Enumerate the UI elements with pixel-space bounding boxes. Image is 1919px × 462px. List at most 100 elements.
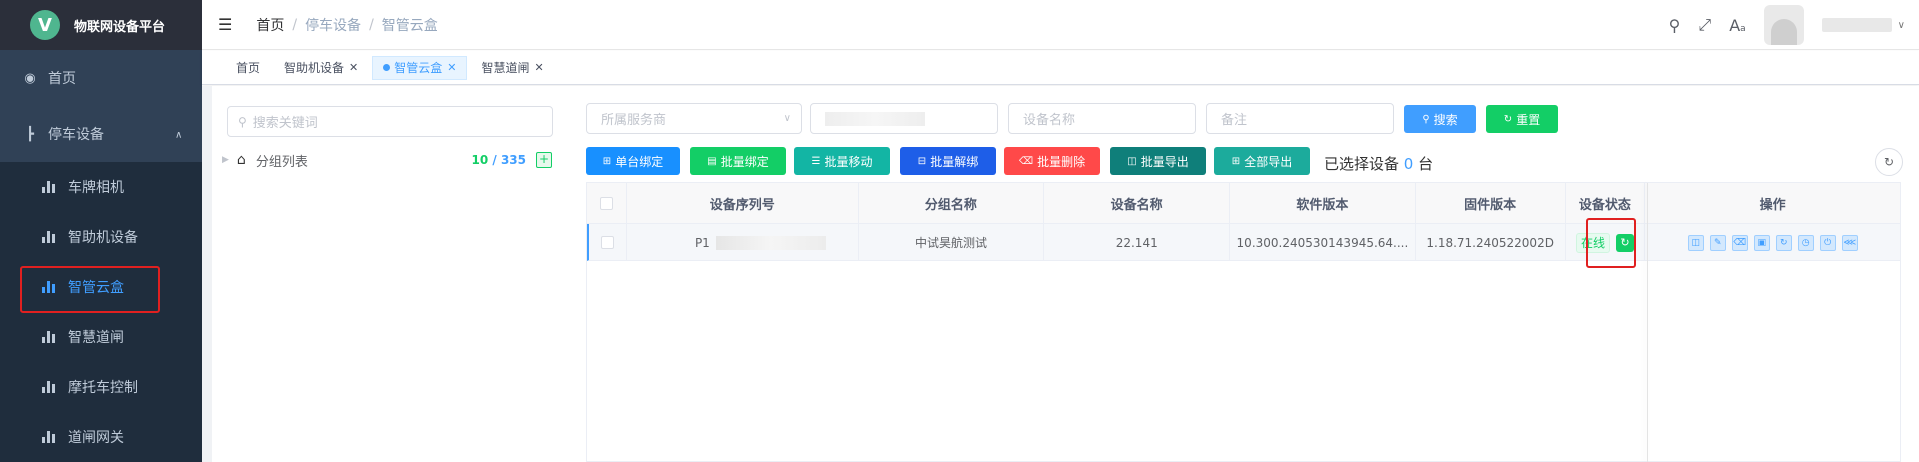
breadcrumb-item: 智管云盒 [381,17,438,34]
column-header: 操作 [1759,198,1786,213]
fixed-column-divider [1647,183,1648,462]
dashboard-icon: ◉ [24,70,36,86]
close-icon[interactable]: ✕ [535,56,544,80]
share-icon[interactable]: ⋘ [1841,234,1858,251]
sidebar-item-motorcycle[interactable]: 摩托车控制 [0,362,202,412]
device-icon[interactable]: ▣ [1753,234,1770,251]
provider-select[interactable]: 所属服务商 ∨ [586,103,802,134]
main-content: ⚲ 搜索关键词 ▶ ⌂ 分组列表 10 / 335 + 所属服务商 ∨ 设备名称… [202,86,1919,462]
actions-cell: ◫ ✎ ⌫ ▣ ↻ ◷ ⏻ ⋘ [1645,224,1900,261]
copy-icon[interactable]: ◫ [1687,234,1704,251]
selected-number: 0 [1403,155,1414,173]
input-placeholder: 设备名称 [1023,113,1076,128]
sidebar-item-smart-helper[interactable]: 智助机设备 [0,212,202,262]
caret-right-icon[interactable]: ▶ [222,155,229,165]
reset-button[interactable]: ↻ 重置 [1486,105,1558,133]
input-placeholder: 备注 [1221,113,1248,128]
button-label: 批量解绑 [930,154,979,169]
remark-input[interactable]: 备注 [1206,103,1394,134]
serial-text: P1 [694,235,710,250]
logo[interactable]: V 物联网设备平台 [0,0,202,50]
blurred-value [825,112,925,126]
logo-icon: V [30,10,60,40]
trash-icon: ⌫ [1018,155,1034,167]
avatar[interactable] [1763,5,1804,45]
column-header: 固件版本 [1416,183,1566,224]
sidebar: V 物联网设备平台 ◉ 首页 ┣ 停车设备 ∨ 车牌相机 智助机设备 智管云盒 … [0,0,202,462]
batch-export-button[interactable]: ◫ 批量导出 [1110,147,1206,175]
search-button[interactable]: ⚲ 搜索 [1404,105,1476,133]
minus-square-icon: ⊟ [917,155,927,167]
add-group-button[interactable]: + [536,152,552,168]
serial-input[interactable] [810,103,998,134]
sync-icon[interactable]: ↻ [1775,234,1792,251]
delete-icon[interactable]: ⌫ [1731,234,1748,251]
sidebar-item-label: 停车设备 [48,127,104,143]
edit-icon[interactable]: ✎ [1709,234,1726,251]
fullscreen-icon[interactable]: ⤢ [1698,15,1711,35]
bar-chart-icon [42,431,56,443]
font-size-icon[interactable]: Aa [1729,16,1745,35]
tree-node-root[interactable]: ▶ ⌂ 分组列表 10 / 335 + [222,148,554,172]
blurred-value [715,235,826,250]
selected-suffix: 台 [1418,155,1434,173]
sidebar-item-parking[interactable]: ┣ 停车设备 ∨ [0,106,202,162]
count-online: 10 [471,153,489,167]
refresh-icon: ↻ [1503,113,1513,125]
breadcrumb-separator: / [369,16,374,33]
power-icon[interactable]: ⏻ [1819,234,1836,251]
home-icon: ⌂ [236,152,246,168]
table-row[interactable]: P1 中试昊航测试 22.141 10.300.240530143945.64.… [587,224,1900,261]
tree-node-label: 分组列表 [255,154,308,170]
close-icon[interactable]: ✕ [349,56,358,80]
plus-square-icon: ⊞ [602,155,612,167]
column-header: 软件版本 [1230,183,1416,224]
sidebar-item-label: 车牌相机 [68,180,124,196]
batch-move-button[interactable]: ☰ 批量移动 [794,147,890,175]
tag-barrier[interactable]: 智慧道闸 ✕ [471,56,553,80]
batch-unbind-button[interactable]: ⊟ 批量解绑 [900,147,996,175]
refresh-button[interactable]: ↻ [1875,148,1903,176]
stack-icon: ☰ [811,155,821,167]
single-bind-button[interactable]: ⊞ 单台绑定 [586,147,680,175]
button-label: 单台绑定 [615,154,664,169]
row-checkbox[interactable] [600,236,614,249]
select-all-checkbox[interactable] [599,197,613,210]
close-icon[interactable]: ✕ [447,56,456,80]
breadcrumb-item[interactable]: 首页 [256,15,284,35]
search-icon: ⚲ [1422,113,1430,125]
sidebar-item-label: 首页 [48,71,76,87]
button-label: 重置 [1516,112,1541,127]
select-all-cell [587,183,627,224]
search-icon[interactable]: ⚲ [1669,16,1681,35]
tag-smart-helper[interactable]: 智助机设备 ✕ [274,56,368,80]
select-placeholder: 所属服务商 [601,113,667,128]
tag-label: 智慧道闸 [481,60,530,75]
export-all-button[interactable]: ⊞ 全部导出 [1214,147,1310,175]
device-panel: 所属服务商 ∨ 设备名称 备注 ⚲ 搜索 ↻ 重置 ⊞ 单台绑定 ▤ 批量绑定 ☰ 批量移… [566,86,1919,462]
column-header: 分组名称 [859,183,1045,224]
tag-home[interactable]: 首页 [226,56,270,80]
batch-bind-button[interactable]: ▤ 批量绑定 [690,147,786,175]
tree-search-input[interactable]: ⚲ 搜索关键词 [227,106,553,137]
tag-cloud-box[interactable]: 智管云盒 ✕ [372,55,468,80]
breadcrumb-separator: / [292,16,298,33]
highlight-box [20,266,160,313]
search-placeholder: 搜索关键词 [252,116,318,131]
device-name-input[interactable]: 设备名称 [1008,103,1196,134]
sidebar-item-camera[interactable]: 车牌相机 [0,162,202,212]
batch-delete-button[interactable]: ⌫ 批量删除 [1004,147,1100,175]
sidebar-item-home[interactable]: ◉ 首页 [0,50,202,106]
hamburger-icon[interactable]: ☰ [218,15,232,34]
sidebar-item-barrier[interactable]: 智慧道闸 [0,312,202,362]
user-name[interactable] [1821,18,1892,32]
sidebar-item-gateway[interactable]: 道闸网关 [0,412,202,462]
clock-icon[interactable]: ◷ [1797,234,1814,251]
button-label: 批量移动 [824,154,873,169]
copy-icon: ◫ [1127,155,1137,167]
bar-chart-icon [42,231,56,243]
button-label: 搜索 [1433,112,1458,127]
bar-chart-icon [42,381,56,393]
device-name-cell: 22.141 [1044,224,1231,261]
chevron-down-icon[interactable]: ∨ [1898,20,1905,31]
